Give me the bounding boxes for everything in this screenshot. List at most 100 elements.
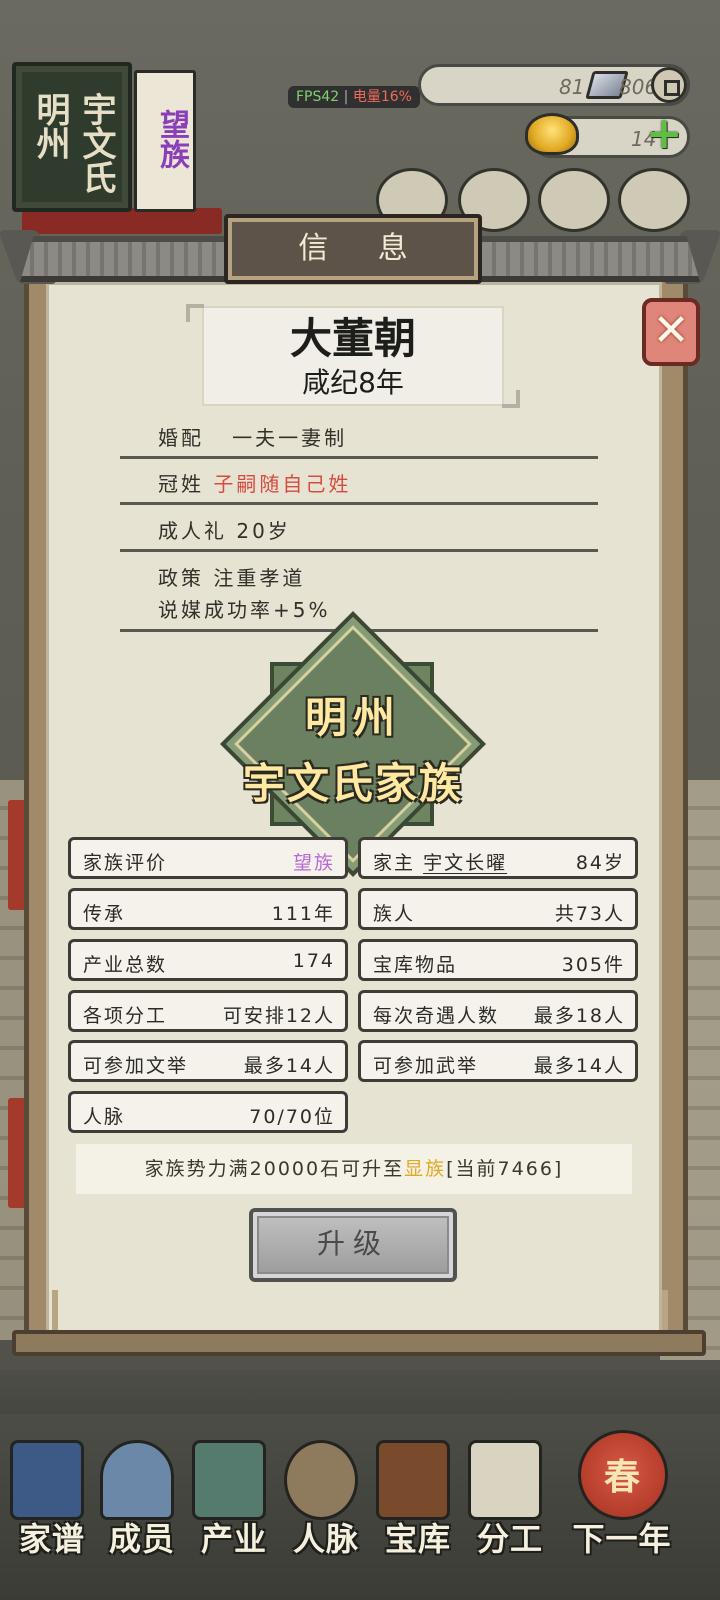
dynasty-box: 大董朝 咸纪8年	[186, 304, 520, 408]
rule-marriage: 婚配 一夫一妻制	[158, 422, 598, 451]
nav-division[interactable]: 分工	[460, 1430, 550, 1570]
stat-value: 70/70位	[249, 1106, 335, 1128]
divider	[120, 549, 598, 552]
stat-connections: 人脉 70/70位	[68, 1091, 348, 1133]
info-panel-base	[12, 1330, 706, 1356]
nav-next-year[interactable]: 春 下一年	[562, 1430, 682, 1570]
emblem-family: 宇文氏家族	[242, 759, 463, 808]
divider	[120, 502, 598, 505]
stat-label: 家族评价	[83, 852, 168, 874]
battery-level: 电量16%	[352, 89, 412, 105]
family-rank-text: 望族	[154, 109, 189, 169]
fps-counter: FPS42	[296, 89, 340, 105]
emblem-region: 明州	[304, 693, 401, 742]
rule-policy: 政策 注重孝道 说媒成功率+5%	[158, 562, 598, 626]
family-head-name-link[interactable]: 宇文长曜	[423, 852, 507, 874]
stat-value: 111年	[271, 903, 335, 925]
nav-label: 宝库	[384, 1520, 451, 1558]
close-icon: ✕	[652, 305, 690, 356]
stat-family-rating: 家族评价 望族	[68, 837, 348, 879]
upgrade-label: 升级	[316, 1227, 389, 1260]
panel-title: 信 息	[298, 231, 428, 266]
currency-bar: 81 806	[418, 64, 690, 106]
stat-encounter: 每次奇遇人数 最多18人	[358, 990, 638, 1032]
nav-label: 成员	[108, 1520, 175, 1558]
nav-label: 家谱	[18, 1520, 85, 1558]
stat-label: 可参加文举	[83, 1055, 189, 1077]
panel-title-plate: 信 息	[224, 214, 482, 284]
stat-division: 各项分工 可安排12人	[68, 990, 348, 1032]
stat-label: 产业总数	[83, 954, 168, 976]
stat-label: 各项分工	[83, 1005, 168, 1027]
book-region-name: 明州	[30, 92, 70, 160]
silver-amount: 81	[559, 75, 585, 99]
rule-value: 20岁	[236, 519, 291, 543]
stat-value: 84岁	[575, 852, 625, 874]
family-book-button[interactable]: 宇文氏 明州 望族	[12, 62, 222, 234]
rule-value: 子嗣随自己姓	[213, 472, 352, 496]
close-button[interactable]: ✕	[642, 298, 700, 366]
copper-coin-icon	[651, 67, 687, 103]
stat-military-exam: 可参加武举 最多14人	[358, 1040, 638, 1082]
nav-label: 下一年	[572, 1520, 672, 1558]
note-current: [当前7466]	[446, 1158, 564, 1180]
nav-industry[interactable]: 产业	[184, 1430, 274, 1570]
gold-ingot-icon	[525, 113, 579, 155]
stat-label: 家主	[373, 852, 416, 874]
dynasty-name: 大董朝	[289, 314, 416, 363]
nav-treasury[interactable]: 宝库	[368, 1430, 458, 1570]
stat-head-group: 家主 宇文长曜	[373, 848, 507, 875]
stat-value: 最多14人	[533, 1055, 625, 1077]
rule-label: 婚配	[158, 426, 204, 450]
divider	[120, 456, 598, 459]
era-year: 咸纪8年	[302, 366, 404, 399]
rule-label: 冠姓	[158, 472, 204, 496]
stat-label: 人脉	[83, 1106, 126, 1128]
genealogy-book-icon	[10, 1440, 84, 1520]
stat-label: 传承	[83, 903, 126, 925]
member-portrait-icon	[100, 1440, 174, 1520]
rule-label: 政策	[158, 566, 204, 590]
nav-genealogy[interactable]: 家谱	[2, 1430, 92, 1570]
stat-label: 族人	[373, 903, 416, 925]
fps-battery-indicator: FPS42 | 电量16%	[288, 86, 420, 108]
rule-extra: 说媒成功率+5%	[158, 598, 331, 622]
note-prefix: 家族势力满20000石可升至	[144, 1158, 405, 1180]
stat-industry: 产业总数 174	[68, 939, 348, 981]
rule-coming-of-age: 成人礼 20岁	[158, 515, 598, 544]
upgrade-button[interactable]: 升级	[249, 1208, 457, 1282]
nav-label: 分工	[476, 1520, 543, 1558]
stat-value: 最多14人	[243, 1055, 335, 1077]
stat-value: 305件	[561, 954, 625, 976]
nav-label: 人脉	[292, 1520, 359, 1558]
note-next-rank: 显族	[404, 1158, 447, 1180]
stat-members: 族人 共73人	[358, 888, 638, 930]
stat-value: 共73人	[554, 903, 625, 925]
industry-building-icon	[192, 1440, 266, 1520]
rule-value: 注重孝道	[213, 566, 306, 590]
stat-treasury: 宝库物品 305件	[358, 939, 638, 981]
add-gold-icon[interactable]: +	[645, 112, 683, 156]
rule-label: 成人礼	[158, 519, 227, 543]
spring-badge: 春	[604, 1457, 641, 1498]
stat-label: 可参加武举	[373, 1055, 479, 1077]
stat-value: 174	[292, 950, 335, 972]
nav-network[interactable]: 人脉	[276, 1430, 366, 1570]
stat-label: 宝库物品	[373, 954, 458, 976]
stat-value: 可安排12人	[222, 1005, 335, 1027]
stat-civil-exam: 可参加文举 最多14人	[68, 1040, 348, 1082]
network-icon	[284, 1440, 358, 1520]
stat-family-head: 家主 宇文长曜 84岁	[358, 837, 638, 879]
stat-heritage: 传承 111年	[68, 888, 348, 930]
nav-members[interactable]: 成员	[92, 1430, 182, 1570]
treasure-chest-icon	[376, 1440, 450, 1520]
family-book-cover: 宇文氏 明州	[12, 62, 132, 212]
rule-surname: 冠姓 子嗣随自己姓	[158, 468, 598, 497]
gold-bar: 14 +	[525, 112, 690, 158]
nav-label: 产业	[200, 1520, 267, 1558]
rule-value: 一夫一妻制	[232, 426, 348, 450]
upgrade-requirement-note: 家族势力满20000石可升至显族[当前7466]	[76, 1144, 632, 1194]
stat-value: 望族	[292, 852, 335, 874]
family-rank-tag: 望族	[134, 70, 196, 212]
stat-value: 最多18人	[533, 1005, 625, 1027]
